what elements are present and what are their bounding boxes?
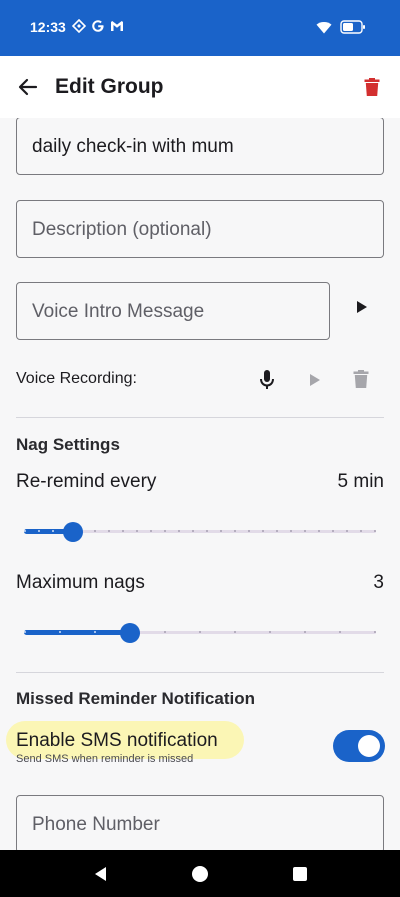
slider-active-track xyxy=(24,630,130,635)
group-name-value: daily check-in with mum xyxy=(32,136,234,157)
gmail-notification-icon xyxy=(111,21,123,31)
back-button[interactable] xyxy=(14,73,42,101)
reremind-value: 5 min xyxy=(337,471,384,492)
battery-icon xyxy=(340,20,365,34)
sms-toggle-sublabel: Send SMS when reminder is missed xyxy=(16,753,194,765)
slider-tick xyxy=(304,631,306,633)
slider-tick xyxy=(318,530,320,532)
voice-recording-label: Voice Recording: xyxy=(16,370,137,387)
max-nags-value: 3 xyxy=(373,572,384,593)
slider-tick xyxy=(339,631,341,633)
nav-home-icon xyxy=(192,866,208,882)
slider-tick xyxy=(374,530,376,532)
phone-number-field[interactable]: Phone Number xyxy=(16,795,384,850)
slider-tick xyxy=(206,530,208,532)
slider-tick xyxy=(94,530,96,532)
trash-icon xyxy=(353,370,369,388)
page-title: Edit Group xyxy=(55,75,164,98)
missed-notification-title: Missed Reminder Notification xyxy=(16,689,255,708)
back-arrow-icon xyxy=(18,78,38,96)
play-icon xyxy=(357,301,367,313)
slider-tick xyxy=(178,530,180,532)
slider-tick xyxy=(192,530,194,532)
description-placeholder: Description (optional) xyxy=(32,219,212,240)
slider-tick xyxy=(346,530,348,532)
slider-tick xyxy=(52,530,54,532)
reremind-slider[interactable] xyxy=(24,520,376,544)
slider-tick xyxy=(248,530,250,532)
divider xyxy=(16,672,384,673)
record-button[interactable] xyxy=(259,368,275,392)
nav-back-button[interactable] xyxy=(92,865,110,883)
slider-tick xyxy=(136,530,138,532)
slider-tick xyxy=(24,530,26,532)
slider-tick xyxy=(360,530,362,532)
nag-settings-title: Nag Settings xyxy=(16,435,120,454)
slider-tick xyxy=(290,530,292,532)
slider-tick xyxy=(234,530,236,532)
voice-intro-field[interactable]: Voice Intro Message xyxy=(16,282,330,340)
google-notification-icon xyxy=(92,20,104,32)
slider-tick xyxy=(262,530,264,532)
nav-back-icon xyxy=(95,867,106,881)
slider-tick xyxy=(24,631,26,633)
slider-tick xyxy=(108,530,110,532)
divider xyxy=(16,417,384,418)
max-nags-slider[interactable] xyxy=(24,621,376,645)
wifi-icon xyxy=(316,21,332,33)
slider-tick xyxy=(374,631,376,633)
play-recording-button[interactable] xyxy=(308,372,322,388)
slider-tick xyxy=(164,631,166,633)
form-content: daily check-in with mum Description (opt… xyxy=(0,118,400,850)
play-intro-button[interactable] xyxy=(354,299,370,315)
slider-tick xyxy=(150,530,152,532)
status-right xyxy=(316,20,366,34)
delete-recording-button[interactable] xyxy=(353,369,369,389)
sms-toggle-label: Enable SMS notification xyxy=(16,730,218,751)
description-field[interactable]: Description (optional) xyxy=(16,200,384,258)
nav-home-button[interactable] xyxy=(191,865,209,883)
play-icon xyxy=(310,374,320,386)
slider-tick xyxy=(304,530,306,532)
status-time: 12:33 xyxy=(30,19,66,35)
sms-toggle[interactable] xyxy=(333,730,385,762)
slider-tick xyxy=(276,530,278,532)
nav-recents-button[interactable] xyxy=(291,865,309,883)
max-nags-label: Maximum nags xyxy=(16,572,145,593)
voice-intro-placeholder: Voice Intro Message xyxy=(32,301,205,322)
system-nav-bar xyxy=(0,850,400,897)
slider-tick xyxy=(122,530,124,532)
slider-tick xyxy=(94,631,96,633)
phone-placeholder: Phone Number xyxy=(32,814,160,835)
mic-icon xyxy=(260,370,274,389)
diamond-notification-icon xyxy=(72,19,86,33)
app-bar: Edit Group xyxy=(0,56,400,118)
slider-tick xyxy=(234,631,236,633)
notification-icons xyxy=(72,19,124,33)
slider-tick xyxy=(220,530,222,532)
trash-icon xyxy=(364,78,380,96)
group-name-field[interactable]: daily check-in with mum xyxy=(16,118,384,175)
slider-thumb[interactable] xyxy=(119,623,140,643)
slider-tick xyxy=(269,631,271,633)
slider-tick xyxy=(38,530,40,532)
nav-recents-icon xyxy=(293,867,307,881)
slider-tick xyxy=(59,631,61,633)
slider-tick xyxy=(164,530,166,532)
status-bar: 12:33 xyxy=(0,0,400,56)
toggle-knob xyxy=(358,735,380,757)
slider-thumb[interactable] xyxy=(63,522,84,542)
delete-group-button[interactable] xyxy=(360,74,384,100)
reremind-label: Re-remind every xyxy=(16,471,157,492)
slider-tick xyxy=(199,631,201,633)
slider-tick xyxy=(332,530,334,532)
